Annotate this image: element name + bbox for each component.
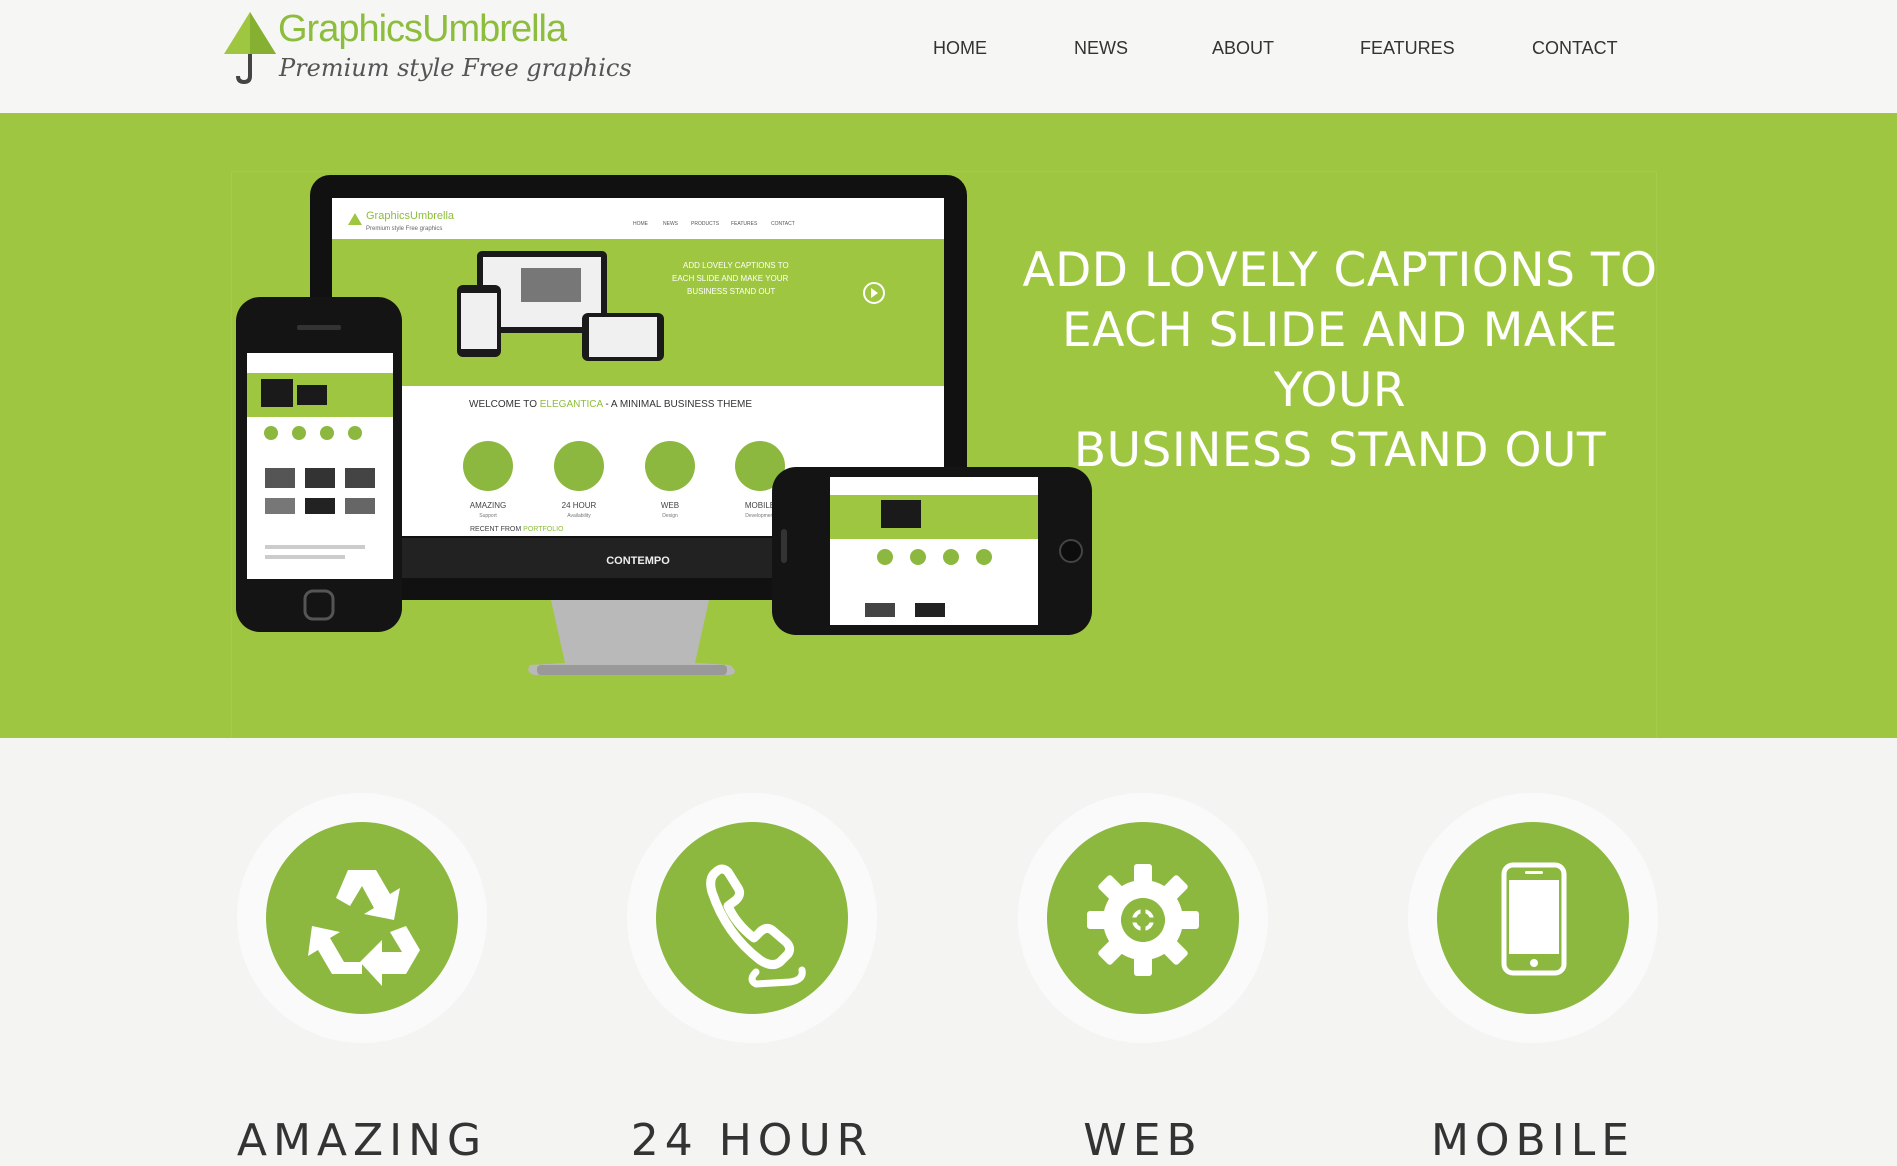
screen-recent: RECENT FROM PORTFOLIO xyxy=(470,526,564,533)
site-header: GraphicsUmbrella Premium style Free grap… xyxy=(0,0,1897,113)
screen-logo: GraphicsUmbrella xyxy=(366,210,455,222)
screen-caption-2: EACH SLIDE AND MAKE YOUR xyxy=(672,274,789,283)
feature-web-label: WEB xyxy=(1083,1115,1203,1166)
hero-caption: ADD LOVELY CAPTIONS TO EACH SLIDE AND MA… xyxy=(990,241,1690,481)
screen-nav-2: PRODUCTS xyxy=(691,221,720,227)
gear-icon xyxy=(1087,864,1199,976)
screen-feature-1: 24 HOUR xyxy=(562,501,597,510)
nav-features[interactable]: FEATURES xyxy=(1360,38,1455,59)
features-section: AMAZING 24 HOUR WEB MOBILE xyxy=(0,738,1897,1166)
screen-feature-sub-1: Availability xyxy=(567,513,591,519)
mobile-icon xyxy=(1501,862,1567,976)
nav-about[interactable]: ABOUT xyxy=(1212,38,1274,59)
monitor-brand: CONTEMPO xyxy=(606,555,670,567)
nav-contact[interactable]: CONTACT xyxy=(1532,38,1618,59)
feature-24-hour[interactable]: 24 HOUR xyxy=(627,793,877,1166)
feature-amazing-circle xyxy=(266,822,458,1014)
screen-feature-2: WEB xyxy=(661,501,679,510)
screen-nav-0: HOME xyxy=(633,221,649,227)
screen-tagline: Premium style Free graphics xyxy=(366,226,442,232)
feature-24-hour-circle xyxy=(656,822,848,1014)
feature-mobile[interactable]: MOBILE xyxy=(1408,793,1658,1166)
hero-caption-line-2: EACH SLIDE AND MAKE YOUR xyxy=(1062,303,1618,418)
main-nav: HOME NEWS ABOUT FEATURES CONTACT xyxy=(0,38,1897,62)
screen-feature-0: AMAZING xyxy=(470,501,506,510)
feature-24-hour-label: 24 HOUR xyxy=(630,1115,874,1166)
feature-mobile-circle xyxy=(1437,822,1629,1014)
feature-amazing[interactable]: AMAZING xyxy=(237,793,487,1166)
hero-slider[interactable]: CONTEMPO GraphicsUmbrella Premium style … xyxy=(0,113,1897,740)
screen-feature-3: MOBILE xyxy=(745,501,775,510)
screen-welcome: WELCOME TO ELEGANTICA - A MINIMAL BUSINE… xyxy=(469,399,752,410)
nav-home[interactable]: HOME xyxy=(933,38,987,59)
phone-icon xyxy=(706,864,806,988)
screen-caption-1: ADD LOVELY CAPTIONS TO xyxy=(683,261,789,270)
screen-feature-sub-3: Development xyxy=(745,513,775,519)
screen-nav-1: NEWS xyxy=(663,221,679,227)
screen-feature-sub-0: Support xyxy=(479,513,497,519)
recycle-icon xyxy=(308,870,420,986)
feature-web-circle xyxy=(1047,822,1239,1014)
hero-caption-line-1: ADD LOVELY CAPTIONS TO xyxy=(1022,243,1658,298)
feature-mobile-label: MOBILE xyxy=(1430,1115,1636,1166)
feature-amazing-label: AMAZING xyxy=(236,1115,488,1166)
nav-news[interactable]: NEWS xyxy=(1074,38,1128,59)
screen-nav-3: FEATURES xyxy=(731,221,758,227)
hero-caption-line-3: BUSINESS STAND OUT xyxy=(1073,423,1607,478)
screen-caption-3: BUSINESS STAND OUT xyxy=(687,287,775,296)
feature-web[interactable]: WEB xyxy=(1018,793,1268,1166)
screen-feature-sub-2: Design xyxy=(662,513,678,519)
screen-nav-4: CONTACT xyxy=(771,221,795,227)
